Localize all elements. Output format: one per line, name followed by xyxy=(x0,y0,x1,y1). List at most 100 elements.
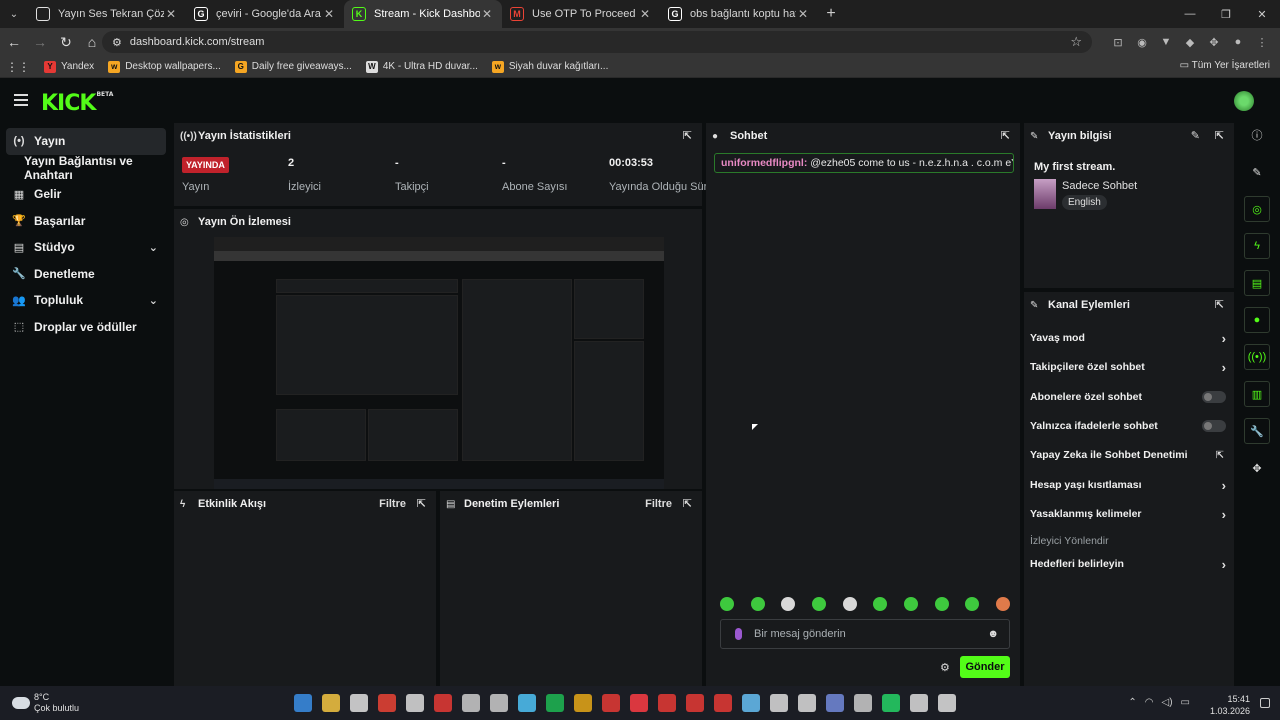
volume-icon[interactable]: ◁) xyxy=(1162,697,1173,708)
taskbar-app-icon[interactable] xyxy=(686,694,704,712)
taskbar-app-icon[interactable] xyxy=(434,694,452,712)
popout-icon[interactable]: ⇱ xyxy=(1215,129,1224,142)
back-icon[interactable]: ← xyxy=(2,30,26,54)
stats-toggle-icon[interactable]: ((•)) xyxy=(1244,344,1270,370)
emoji-icon[interactable]: ☻ xyxy=(987,628,999,640)
microphone-icon[interactable] xyxy=(735,628,742,640)
tab-close-icon[interactable]: ✕ xyxy=(796,7,810,21)
ext-badge-icon[interactable]: ◆ xyxy=(1180,31,1200,53)
send-button[interactable]: Gönder xyxy=(960,656,1010,678)
taskbar-app-icon[interactable] xyxy=(350,694,368,712)
emote-icon[interactable] xyxy=(903,597,918,611)
chat-settings-gear-icon[interactable]: ⚙ xyxy=(940,661,950,674)
taskbar-app-icon[interactable] xyxy=(938,694,956,712)
preview-toggle-icon[interactable]: ◎ xyxy=(1244,196,1270,222)
browser-tab[interactable]: K Stream - Kick Dashboard✕ xyxy=(344,0,502,28)
profile-icon[interactable]: ● xyxy=(1228,31,1248,53)
tab-search-dropdown-icon[interactable]: ⌄ xyxy=(0,0,28,28)
sidebar-item[interactable]: (•) Yayın xyxy=(6,128,166,155)
bookmark-item[interactable]: w Siyah duvar kağıtları... xyxy=(491,60,608,73)
channel-action-item[interactable]: Hedefleri belirleyin › xyxy=(1030,554,1226,574)
activity-toggle-icon[interactable]: ϟ xyxy=(1244,233,1270,259)
browser-tab[interactable]: Gobs bağlantı koptu hatası - Goo✕ xyxy=(660,0,818,28)
battery-icon[interactable]: ▭ xyxy=(1181,697,1190,708)
sidebar-item[interactable]: ▤ Stüdyo ⌄ xyxy=(6,234,166,261)
emote-icon[interactable] xyxy=(750,597,765,611)
taskbar-app-icon[interactable] xyxy=(378,694,396,712)
apps-grid-icon[interactable]: ⋮⋮ xyxy=(6,60,30,74)
channel-action-item[interactable]: Abonelere özel sohbet xyxy=(1030,387,1226,407)
reload-icon[interactable]: ↻ xyxy=(54,30,78,54)
toggle-switch[interactable] xyxy=(1202,391,1226,403)
notifications-icon[interactable] xyxy=(1260,698,1270,708)
channel-action-item[interactable]: Yavaş mod › xyxy=(1030,328,1226,348)
taskbar-app-icon[interactable] xyxy=(518,694,536,712)
minimize-icon[interactable]: — xyxy=(1172,0,1208,28)
stream-category[interactable]: Sadece Sohbet xyxy=(1062,180,1137,192)
emote-icon[interactable] xyxy=(811,597,826,611)
wifi-icon[interactable]: ◠ xyxy=(1145,697,1154,708)
chevron-down-icon[interactable]: ⌄ xyxy=(149,241,158,254)
channel-action-item[interactable]: Yasaklanmış kelimeler › xyxy=(1030,504,1226,524)
taskbar-app-icon[interactable] xyxy=(658,694,676,712)
emote-icon[interactable] xyxy=(995,597,1010,611)
menu-kebab-icon[interactable]: ⋮ xyxy=(1252,31,1272,53)
sidebar-item[interactable]: 🏆 Başarılar xyxy=(6,208,166,235)
activity-filter-button[interactable]: Filtre xyxy=(379,498,406,510)
chat-message[interactable]: uniformedflipgnl: @ezhe05 come to us - n… xyxy=(714,153,1014,173)
channel-action-item[interactable]: Yapay Zeka ile Sohbet Denetimi ⇱ xyxy=(1030,445,1226,465)
tab-close-icon[interactable]: ✕ xyxy=(638,7,652,21)
emote-icon[interactable] xyxy=(842,597,857,611)
chat-input[interactable]: Bir mesaj gönderin ☻ xyxy=(720,619,1010,649)
taskbar-app-icon[interactable] xyxy=(630,694,648,712)
moderation-toggle-icon[interactable]: ▤ xyxy=(1244,270,1270,296)
address-bar[interactable]: ⚙ dashboard.kick.com/stream ☆ xyxy=(102,31,1092,53)
bookmark-item[interactable]: G Daily free giveaways... xyxy=(234,60,352,73)
tab-close-icon[interactable]: ✕ xyxy=(480,7,494,21)
taskbar-app-icon[interactable] xyxy=(714,694,732,712)
channel-action-item[interactable]: Yalnızca ifadelerle sohbet xyxy=(1030,416,1226,436)
start-menu-icon[interactable] xyxy=(294,694,312,712)
forward-icon[interactable]: → xyxy=(28,30,52,54)
weather-widget[interactable]: 8°C Çok bulutlu xyxy=(12,692,79,714)
emote-icon[interactable] xyxy=(873,597,888,611)
popout-icon[interactable]: ⇱ xyxy=(683,497,692,510)
emote-icon[interactable] xyxy=(781,597,796,611)
taskbar-app-icon[interactable] xyxy=(882,694,900,712)
hamburger-menu-icon[interactable] xyxy=(14,94,28,109)
bookmark-item[interactable]: W 4K - Ultra HD duvar... xyxy=(365,60,478,73)
restore-icon[interactable]: ❐ xyxy=(1208,0,1244,28)
site-info-icon[interactable]: ⚙ xyxy=(112,36,122,49)
tab-close-icon[interactable]: ✕ xyxy=(164,7,178,21)
sidebar-item[interactable]: Yayın Bağlantısı ve Anahtarı xyxy=(6,154,166,182)
emote-icon[interactable] xyxy=(720,597,734,611)
taskbar-app-icon[interactable] xyxy=(770,694,788,712)
taskbar-app-icon[interactable] xyxy=(602,694,620,712)
chat-toggle-icon[interactable]: ● xyxy=(1244,307,1270,333)
sidebar-item[interactable]: ▦ Gelir xyxy=(6,181,166,208)
toggle-switch[interactable] xyxy=(1202,420,1226,432)
bookmark-star-icon[interactable]: ☆ xyxy=(1070,34,1082,50)
taskbar-app-icon[interactable] xyxy=(490,694,508,712)
incognito-icon[interactable]: ◉ xyxy=(1132,31,1152,53)
user-avatar[interactable] xyxy=(1234,91,1254,111)
shield-ext-icon[interactable]: ▼ xyxy=(1156,31,1176,53)
new-tab-button[interactable]: + xyxy=(818,5,844,23)
kick-logo[interactable]: KICKBETA xyxy=(41,91,113,116)
close-window-icon[interactable]: ✕ xyxy=(1244,0,1280,28)
edit-icon[interactable]: ✎ xyxy=(1191,129,1200,142)
taskbar-app-icon[interactable] xyxy=(742,694,760,712)
tray-chevron-icon[interactable]: ⌃ xyxy=(1128,697,1136,708)
sidebar-item[interactable]: 🔧 Denetleme xyxy=(6,261,166,288)
taskbar-app-icon[interactable] xyxy=(546,694,564,712)
channel-action-item[interactable]: Hesap yaşı kısıtlaması › xyxy=(1030,475,1226,495)
moderation-filter-button[interactable]: Filtre xyxy=(645,498,672,510)
add-widget-icon[interactable]: ✥ xyxy=(1244,455,1270,481)
emote-icon[interactable] xyxy=(965,597,980,611)
bookmark-item[interactable]: w Desktop wallpapers... xyxy=(108,60,221,73)
clock[interactable]: 15:41 1.03.2026 xyxy=(1210,693,1250,717)
translate-icon[interactable]: ⊡ xyxy=(1108,31,1128,53)
taskbar-app-icon[interactable] xyxy=(854,694,872,712)
taskbar-app-icon[interactable] xyxy=(798,694,816,712)
popout-icon[interactable]: ⇱ xyxy=(1001,129,1010,142)
